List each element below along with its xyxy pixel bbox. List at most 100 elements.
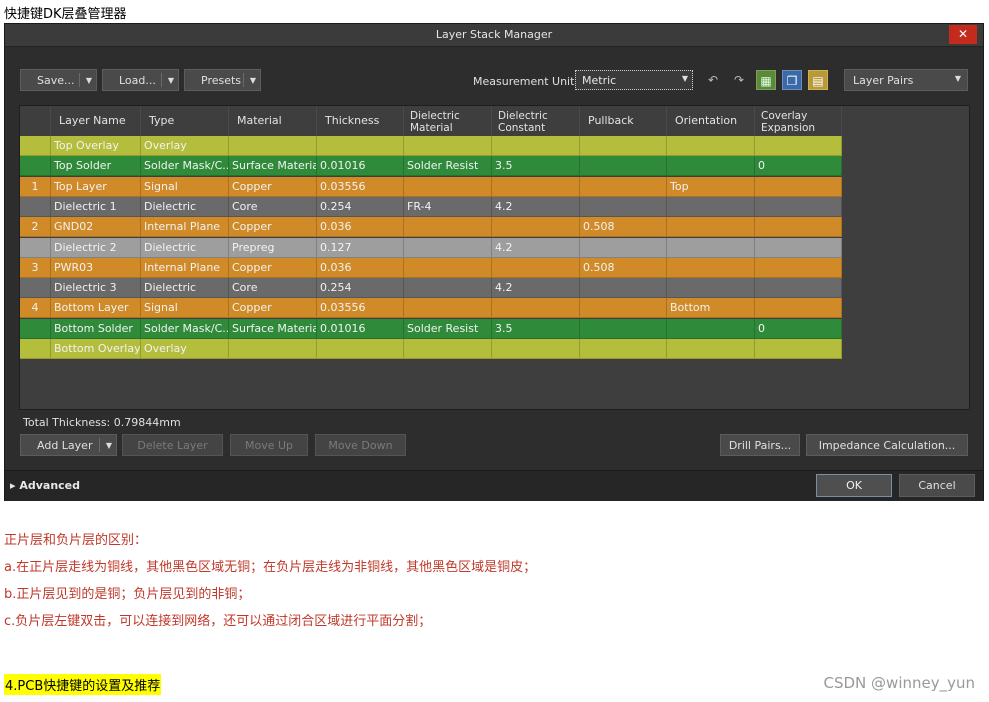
drill-pairs-button[interactable]: Drill Pairs... (720, 434, 800, 456)
cell-coverlay[interactable] (755, 196, 842, 217)
table-row[interactable]: 4 Bottom Layer Signal Copper 0.03556 Bottom (20, 298, 842, 319)
cell-type[interactable]: Overlay (141, 339, 229, 359)
layer-stack-grid[interactable]: Layer NameTypeMaterialThickness (mm)Diel… (19, 105, 970, 410)
cell-orient[interactable] (667, 278, 755, 299)
cell-orient[interactable] (667, 217, 755, 238)
cell-dconst[interactable] (492, 298, 580, 319)
cell-num[interactable] (20, 278, 51, 299)
undo-icon[interactable]: ↶ (703, 70, 723, 90)
cell-name[interactable]: Top Overlay (51, 136, 141, 156)
cell-type[interactable]: Internal Plane (141, 217, 229, 238)
table-row[interactable]: Bottom Solder Solder Mask/C... Surface Mat… (20, 318, 842, 339)
cell-orient[interactable] (667, 237, 755, 258)
table-row[interactable]: 3 PWR03 Internal Plane Copper 0.036 0.508 (20, 257, 842, 278)
table-row[interactable]: 2 GND02 Internal Plane Copper 0.036 0.508 (20, 217, 842, 238)
cell-type[interactable]: Dielectric (141, 278, 229, 299)
paste-icon[interactable]: ▤ (808, 70, 828, 90)
excel-export-icon[interactable]: ▦ (756, 70, 776, 90)
column-header-9[interactable]: Coverlay Expansion (755, 106, 842, 136)
cell-type[interactable]: Dielectric (141, 237, 229, 258)
cell-coverlay[interactable] (755, 278, 842, 299)
cell-dmat[interactable] (404, 339, 492, 359)
cell-pullback[interactable]: 0.508 (580, 257, 667, 278)
cell-pullback[interactable] (580, 318, 667, 339)
cell-type[interactable]: Overlay (141, 136, 229, 156)
cell-dconst[interactable]: 4.2 (492, 196, 580, 217)
cell-pullback[interactable] (580, 196, 667, 217)
cell-material[interactable]: Surface Material (229, 318, 317, 339)
cell-coverlay[interactable] (755, 237, 842, 258)
impedance-calculation-button[interactable]: Impedance Calculation... (806, 434, 968, 456)
save-button[interactable]: Save... ▼ (20, 69, 97, 91)
column-header-3[interactable]: Material (229, 106, 317, 136)
cell-pullback[interactable] (580, 339, 667, 359)
cell-dmat[interactable] (404, 136, 492, 156)
redo-icon[interactable]: ↷ (729, 70, 749, 90)
cell-coverlay[interactable] (755, 136, 842, 156)
cell-type[interactable]: Solder Mask/C... (141, 156, 229, 177)
cell-thickness[interactable]: 0.03556 (317, 298, 404, 319)
cell-orient[interactable] (667, 156, 755, 177)
cell-pullback[interactable] (580, 298, 667, 319)
cell-dmat[interactable]: FR-4 (404, 196, 492, 217)
table-row[interactable]: Dielectric 2 Dielectric Prepreg 0.127 4.2 (20, 237, 842, 258)
cell-pullback[interactable]: 0.508 (580, 217, 667, 238)
cell-type[interactable]: Signal (141, 298, 229, 319)
table-row[interactable]: Dielectric 1 Dielectric Core 0.254 FR-4 4.2 (20, 196, 842, 217)
cell-num[interactable] (20, 318, 51, 339)
presets-button[interactable]: Presets ▼ (184, 69, 261, 91)
layer-pairs-select[interactable]: Layer Pairs ▼ (844, 69, 968, 91)
cell-thickness[interactable]: 0.254 (317, 278, 404, 299)
column-header-5[interactable]: Dielectric Material (404, 106, 492, 136)
table-row[interactable]: Bottom Overlay Overlay (20, 339, 842, 359)
cell-num[interactable] (20, 156, 51, 177)
cell-num[interactable]: 3 (20, 257, 51, 278)
cell-dconst[interactable] (492, 136, 580, 156)
cell-material[interactable] (229, 339, 317, 359)
cell-num[interactable] (20, 136, 51, 156)
cell-coverlay[interactable] (755, 217, 842, 238)
column-header-0[interactable] (20, 106, 51, 136)
cell-dmat[interactable] (404, 278, 492, 299)
cell-name[interactable]: Dielectric 2 (51, 237, 141, 258)
cell-material[interactable]: Copper (229, 257, 317, 278)
column-header-7[interactable]: Pullback (mm) (580, 106, 667, 157)
cell-orient[interactable] (667, 318, 755, 339)
cell-coverlay[interactable]: 0 (755, 318, 842, 339)
cell-material[interactable]: Surface Material (229, 156, 317, 177)
cell-dmat[interactable] (404, 257, 492, 278)
cell-type[interactable]: Internal Plane (141, 257, 229, 278)
cell-coverlay[interactable]: 0 (755, 156, 842, 177)
move-down-button[interactable]: Move Down (315, 434, 406, 456)
cell-num[interactable]: 4 (20, 298, 51, 319)
table-row[interactable]: Top Overlay Overlay (20, 136, 842, 156)
cell-thickness[interactable]: 0.03556 (317, 176, 404, 197)
table-row[interactable]: 1 Top Layer Signal Copper 0.03556 Top (20, 176, 842, 197)
cell-dconst[interactable] (492, 339, 580, 359)
cell-pullback[interactable] (580, 156, 667, 177)
cell-name[interactable]: Dielectric 3 (51, 278, 141, 299)
cell-orient[interactable] (667, 136, 755, 156)
cell-coverlay[interactable] (755, 176, 842, 197)
title-bar[interactable]: Layer Stack Manager ✕ (5, 24, 983, 47)
cell-num[interactable] (20, 237, 51, 258)
cell-coverlay[interactable] (755, 339, 842, 359)
load-button[interactable]: Load... ▼ (102, 69, 179, 91)
cell-name[interactable]: Top Layer (51, 176, 141, 197)
cell-material[interactable]: Core (229, 196, 317, 217)
cell-dmat[interactable] (404, 217, 492, 238)
column-header-8[interactable]: Orientation (667, 106, 755, 136)
cell-pullback[interactable] (580, 136, 667, 156)
cell-num[interactable]: 2 (20, 217, 51, 238)
cell-name[interactable]: Top Solder (51, 156, 141, 177)
cell-coverlay[interactable] (755, 257, 842, 278)
cell-dconst[interactable]: 4.2 (492, 278, 580, 299)
column-header-4[interactable]: Thickness (mm) (317, 106, 404, 157)
delete-layer-button[interactable]: Delete Layer (122, 434, 223, 456)
cell-thickness[interactable] (317, 136, 404, 156)
copy-icon[interactable]: ❐ (782, 70, 802, 90)
add-layer-button[interactable]: Add Layer ▼ (20, 434, 117, 456)
cell-material[interactable]: Copper (229, 298, 317, 319)
move-up-button[interactable]: Move Up (230, 434, 308, 456)
cell-dconst[interactable]: 4.2 (492, 237, 580, 258)
